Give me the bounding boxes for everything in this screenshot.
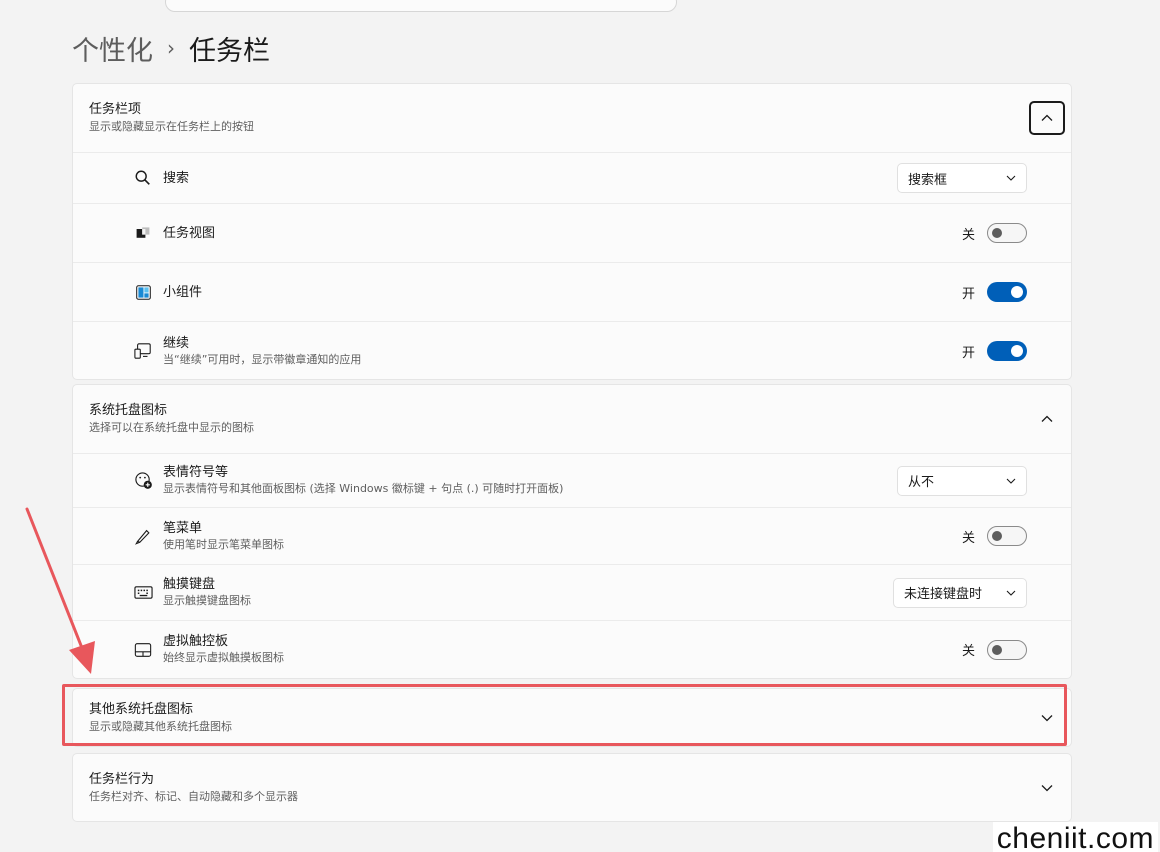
row-title: 笔菜单 [163, 520, 203, 536]
other-tray-title: 其他系统托盘图标 [89, 702, 194, 717]
continue-icon [133, 341, 153, 361]
search-icon [133, 168, 153, 188]
taskbar-items-card: 任务栏项 显示或隐藏显示在任务栏上的按钮 搜索 搜索框 任务视图 关 小组件 开 [72, 83, 1072, 380]
chevron-up-icon [1041, 114, 1053, 121]
taskbar-behaviors-header[interactable]: 任务栏行为 任务栏对齐、标记、自动隐藏和多个显示器 [73, 754, 1071, 821]
system-tray-card: 系统托盘图标 选择可以在系统托盘中显示的图标 表情符号等 显示表情符号和其他面板… [72, 384, 1072, 679]
other-tray-header[interactable]: 其他系统托盘图标 显示或隐藏其他系统托盘图标 [73, 689, 1071, 746]
row-desc: 使用笔时显示笔菜单图标 [163, 537, 284, 551]
taskbar-items-header[interactable]: 任务栏项 显示或隐藏显示在任务栏上的按钮 [73, 84, 1071, 152]
virtual-touchpad-row: 虚拟触控板 始终显示虚拟触摸板图标 关 [73, 620, 1071, 678]
other-tray-card[interactable]: 其他系统托盘图标 显示或隐藏其他系统托盘图标 [72, 688, 1072, 747]
toggle-state-label: 开 [961, 345, 975, 361]
toggle-state-label: 关 [961, 227, 975, 243]
virtual-touchpad-toggle[interactable] [987, 639, 1027, 660]
page-title: 任务栏 [189, 35, 270, 67]
expand-button[interactable] [1029, 771, 1065, 805]
row-desc: 始终显示虚拟触摸板图标 [163, 651, 284, 664]
keyboard-icon [133, 583, 153, 603]
row-title: 继续 [163, 335, 190, 351]
pen-menu-toggle[interactable] [987, 526, 1027, 546]
taskbar-behaviors-desc: 任务栏对齐、标记、自动隐藏和多个显示器 [89, 790, 298, 803]
system-tray-title: 系统托盘图标 [89, 403, 168, 418]
taskbar-behaviors-card[interactable]: 任务栏行为 任务栏对齐、标记、自动隐藏和多个显示器 [72, 753, 1072, 822]
pen-menu-row: 笔菜单 使用笔时显示笔菜单图标 关 [73, 507, 1071, 564]
search-input[interactable] [165, 0, 677, 12]
row-desc: 当“继续”可用时，显示带徽章通知的应用 [163, 352, 362, 366]
row-desc: 显示触摸键盘图标 [163, 594, 251, 607]
touch-keyboard-dropdown[interactable]: 未连接键盘时 [893, 577, 1027, 608]
toggle-state-label: 关 [961, 644, 975, 659]
chevron-down-icon [1006, 175, 1016, 181]
emoji-dropdown[interactable]: 从不 [897, 465, 1027, 496]
search-mode-dropdown[interactable]: 搜索框 [897, 163, 1027, 193]
breadcrumb-parent[interactable]: 个性化 [72, 29, 153, 68]
touch-keyboard-row: 触摸键盘 显示触摸键盘图标 未连接键盘时 [73, 564, 1071, 620]
continue-toggle[interactable] [987, 341, 1027, 361]
dropdown-value: 从不 [908, 475, 935, 490]
collapse-button[interactable] [1029, 101, 1065, 135]
other-tray-desc: 显示或隐藏其他系统托盘图标 [89, 720, 232, 733]
dropdown-value: 搜索框 [908, 172, 948, 188]
widgets-row: 小组件 开 [73, 262, 1071, 321]
breadcrumb-separator-icon: › [167, 36, 175, 60]
system-tray-desc: 选择可以在系统托盘中显示的图标 [89, 421, 254, 434]
touchpad-icon [133, 640, 153, 660]
toggle-state-label: 开 [961, 286, 975, 302]
system-tray-header[interactable]: 系统托盘图标 选择可以在系统托盘中显示的图标 [73, 385, 1071, 453]
pen-icon [133, 526, 153, 546]
row-title: 搜索 [163, 170, 190, 186]
chevron-down-icon [1041, 785, 1053, 792]
widgets-toggle[interactable] [987, 282, 1027, 302]
row-desc: 显示表情符号和其他面板图标 (选择 Windows 徽标键 + 句点 (.) 可… [163, 482, 564, 495]
widgets-icon [133, 282, 153, 302]
chevron-down-icon [1006, 590, 1016, 596]
dropdown-value: 未连接键盘时 [904, 587, 983, 602]
search-row: 搜索 搜索框 [73, 152, 1071, 203]
chevron-down-icon [1006, 478, 1016, 484]
expand-button[interactable] [1029, 701, 1065, 735]
task-view-toggle[interactable] [987, 223, 1027, 243]
chevron-down-icon [1041, 715, 1053, 722]
row-title: 虚拟触控板 [163, 634, 229, 649]
continue-row: 继续 当“继续”可用时，显示带徽章通知的应用 开 [73, 321, 1071, 379]
task-view-icon [133, 223, 153, 243]
watermark: cheniit.com [992, 822, 1158, 852]
toggle-state-label: 关 [961, 530, 975, 546]
row-title: 触摸键盘 [163, 577, 216, 592]
collapse-button[interactable] [1029, 402, 1065, 436]
row-title: 表情符号等 [163, 465, 229, 480]
chevron-up-icon [1041, 415, 1053, 422]
taskbar-behaviors-title: 任务栏行为 [89, 772, 155, 787]
taskbar-items-title: 任务栏项 [89, 102, 142, 117]
emoji-row: 表情符号等 显示表情符号和其他面板图标 (选择 Windows 徽标键 + 句点… [73, 453, 1071, 507]
emoji-icon [133, 471, 153, 491]
task-view-row: 任务视图 关 [73, 203, 1071, 262]
row-title: 小组件 [163, 284, 203, 300]
row-title: 任务视图 [163, 225, 216, 241]
taskbar-items-desc: 显示或隐藏显示在任务栏上的按钮 [89, 120, 254, 133]
breadcrumb: 个性化 › 任务栏 [72, 28, 270, 68]
